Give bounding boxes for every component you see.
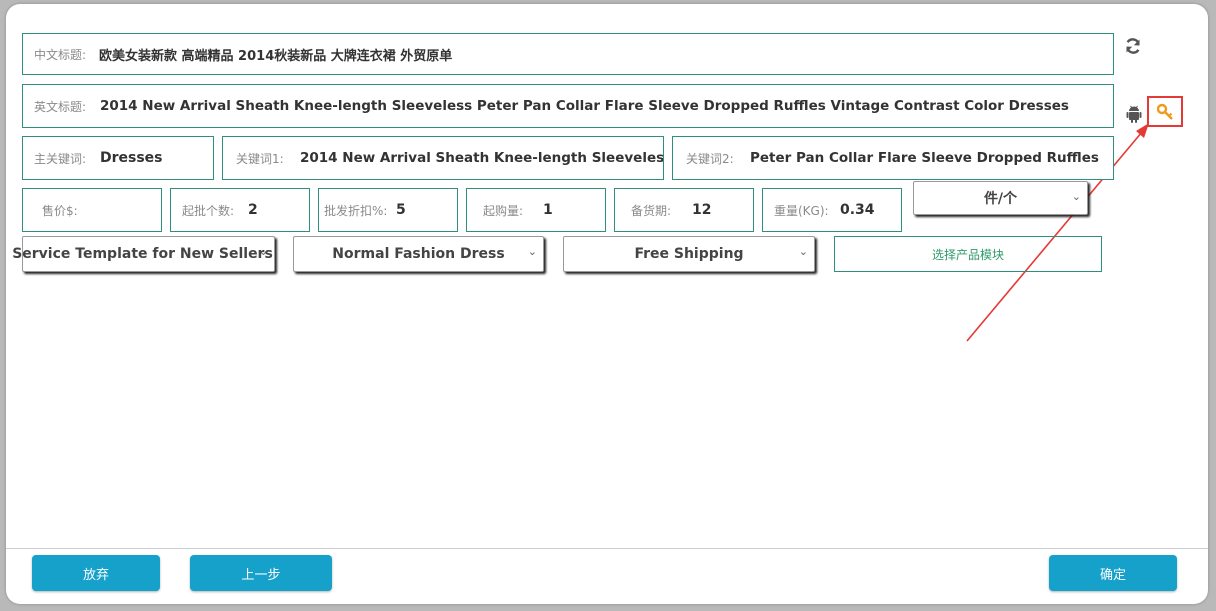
english-title-value[interactable]: 2014 New Arrival Sheath Knee-length Slee…: [100, 98, 1069, 114]
chinese-title-field[interactable]: 中文标题: 欧美女装新款 高端精品 2014秋装新品 大牌连衣裙 外贸原单: [22, 33, 1114, 75]
keyword1-field[interactable]: 关键词1: 2014 New Arrival Sheath Knee-lengt…: [222, 136, 664, 180]
chevron-down-icon: ⌄: [798, 245, 808, 258]
chinese-title-value[interactable]: 欧美女装新款 高端精品 2014秋装新品 大牌连衣裙 外贸原单: [99, 45, 452, 64]
main-keyword-label: 主关键词:: [34, 151, 87, 166]
keyword2-label: 关键词2:: [686, 151, 734, 166]
android-icon[interactable]: [1126, 105, 1142, 123]
keyword2-field[interactable]: 关键词2: Peter Pan Collar Flare Sleeve Drop…: [672, 136, 1114, 180]
lead-time-label: 备货期:: [631, 203, 672, 218]
previous-step-label: 上一步: [241, 567, 281, 583]
english-title-field[interactable]: 英文标题: 2014 New Arrival Sheath Knee-lengt…: [22, 84, 1114, 128]
min-batch-field[interactable]: 起批个数: 2: [170, 188, 310, 232]
abandon-label: 放弃: [82, 567, 109, 583]
lead-time-value[interactable]: 12: [692, 202, 711, 218]
price-label: 售价$:: [42, 203, 78, 218]
key-icon[interactable]: [1156, 103, 1175, 121]
unit-select-value: 件/个: [983, 191, 1018, 207]
category-value: Normal Fashion Dress: [332, 246, 505, 262]
discount-value[interactable]: 5: [396, 202, 406, 218]
category-select[interactable]: Normal Fashion Dress ⌄: [293, 236, 544, 272]
chevron-down-icon: ⌄: [527, 245, 537, 258]
english-title-label: 英文标题:: [34, 99, 87, 114]
chevron-down-icon: ⌄: [258, 245, 268, 258]
abandon-button[interactable]: 放弃: [32, 555, 160, 591]
main-keyword-value[interactable]: Dresses: [100, 150, 163, 166]
shipping-select[interactable]: Free Shipping ⌄: [563, 236, 815, 272]
keyword2-value[interactable]: Peter Pan Collar Flare Sleeve Dropped Ru…: [750, 150, 1099, 166]
weight-value[interactable]: 0.34: [840, 202, 875, 218]
confirm-label: 确定: [1099, 567, 1126, 583]
discount-field[interactable]: 批发折扣%: 5: [318, 188, 458, 232]
key-icon-highlight[interactable]: [1147, 96, 1183, 127]
keyword1-value[interactable]: 2014 New Arrival Sheath Knee-length Slee…: [300, 150, 663, 166]
min-batch-value[interactable]: 2: [248, 202, 258, 218]
chevron-down-icon: ⌄: [1071, 190, 1081, 203]
select-module-button[interactable]: 选择产品模块: [834, 236, 1102, 272]
weight-label: 重量(KG):: [774, 203, 829, 218]
min-batch-label: 起批个数:: [182, 203, 235, 218]
min-order-value[interactable]: 1: [543, 202, 553, 218]
main-keyword-field[interactable]: 主关键词: Dresses: [22, 136, 214, 180]
confirm-button[interactable]: 确定: [1049, 555, 1177, 591]
unit-select[interactable]: 件/个 ⌄: [913, 181, 1088, 215]
lead-time-field[interactable]: 备货期: 12: [614, 188, 754, 232]
footer-divider: [6, 548, 1208, 549]
service-template-select[interactable]: Service Template for New Sellers ⌄: [12, 236, 275, 272]
discount-label: 批发折扣%:: [324, 203, 388, 218]
service-template-value: Service Template for New Sellers: [12, 246, 273, 262]
price-field[interactable]: 售价$:: [22, 188, 162, 232]
min-order-field[interactable]: 起购量: 1: [466, 188, 606, 232]
min-order-label: 起购量:: [483, 203, 524, 218]
weight-field[interactable]: 重量(KG): 0.34: [762, 188, 902, 232]
chinese-title-label: 中文标题:: [34, 47, 87, 62]
shipping-value: Free Shipping: [634, 246, 744, 262]
product-edit-dialog: 中文标题: 欧美女装新款 高端精品 2014秋装新品 大牌连衣裙 外贸原单 英文…: [6, 4, 1208, 604]
refresh-icon[interactable]: [1124, 37, 1142, 55]
select-module-label: 选择产品模块: [931, 247, 1004, 262]
previous-step-button[interactable]: 上一步: [190, 555, 332, 591]
keyword1-label: 关键词1:: [236, 151, 284, 166]
